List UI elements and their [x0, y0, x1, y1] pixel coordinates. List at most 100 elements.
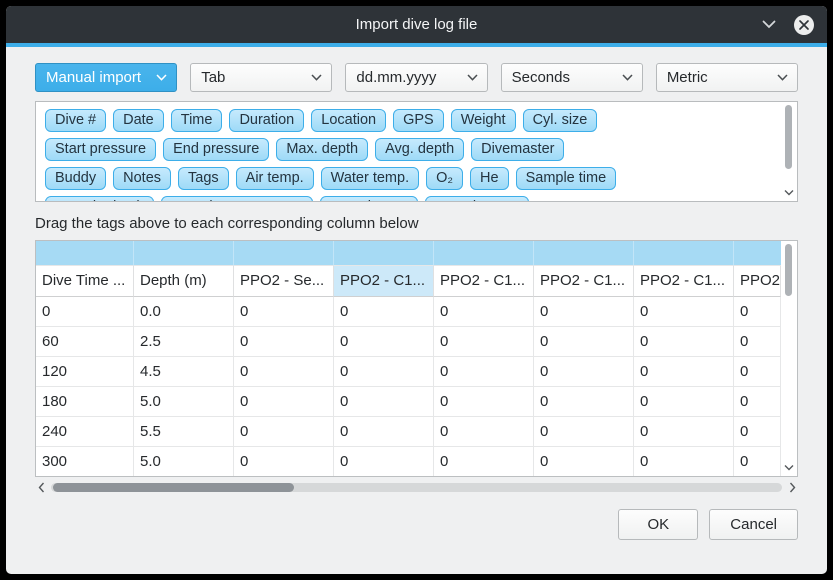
drop-target-cell[interactable]: [334, 241, 434, 266]
table-cell[interactable]: 0: [634, 417, 734, 447]
table-cell[interactable]: 5.5: [134, 417, 234, 447]
tag-max-depth[interactable]: Max. depth: [276, 138, 368, 161]
table-cell[interactable]: 0: [734, 327, 781, 357]
scroll-down-button[interactable]: [784, 461, 794, 473]
drop-target-cell[interactable]: [634, 241, 734, 266]
table-cell[interactable]: 0: [234, 417, 334, 447]
drop-target-cell[interactable]: [36, 241, 134, 266]
table-cell[interactable]: 0: [534, 297, 634, 327]
table-cell[interactable]: 60: [36, 327, 134, 357]
tag-weight[interactable]: Weight: [451, 109, 516, 132]
table-vertical-scrollbar[interactable]: [782, 244, 795, 473]
tag-avg-depth[interactable]: Avg. depth: [375, 138, 464, 161]
table-cell[interactable]: 0: [534, 387, 634, 417]
drop-target-cell[interactable]: [534, 241, 634, 266]
table-cell[interactable]: 0: [234, 297, 334, 327]
field-separator-select[interactable]: Tab: [190, 63, 332, 92]
table-cell[interactable]: 0: [534, 447, 634, 477]
shade-chevron-button[interactable]: [758, 14, 780, 36]
table-cell[interactable]: 0: [634, 297, 734, 327]
scrollbar-thumb[interactable]: [53, 483, 294, 492]
table-cell[interactable]: 0: [334, 447, 434, 477]
table-cell[interactable]: 0: [334, 327, 434, 357]
titlebar[interactable]: Import dive log file: [6, 6, 827, 43]
column-header[interactable]: Depth (m): [134, 266, 234, 297]
table-cell[interactable]: 0: [334, 417, 434, 447]
column-header[interactable]: PPO2 - Se...: [234, 266, 334, 297]
tag-water-temp[interactable]: Water temp.: [321, 167, 419, 190]
table-cell[interactable]: 0.0: [134, 297, 234, 327]
table-cell[interactable]: 0: [434, 357, 534, 387]
scroll-down-button[interactable]: [784, 186, 794, 198]
table-cell[interactable]: 2.5: [134, 327, 234, 357]
table-cell[interactable]: 0: [434, 387, 534, 417]
tag-time[interactable]: Time: [171, 109, 223, 132]
table-cell[interactable]: 0: [334, 357, 434, 387]
table-cell[interactable]: 0: [734, 297, 781, 327]
column-header[interactable]: PPO2: [734, 266, 781, 297]
tag-end-pressure[interactable]: End pressure: [163, 138, 269, 161]
table-cell[interactable]: 0: [634, 327, 734, 357]
date-format-select[interactable]: dd.mm.yyyy: [345, 63, 487, 92]
import-mode-select[interactable]: Manual import: [35, 63, 177, 92]
table-cell[interactable]: 0: [634, 357, 734, 387]
table-cell[interactable]: 120: [36, 357, 134, 387]
table-cell[interactable]: 0: [234, 447, 334, 477]
tag-gps[interactable]: GPS: [393, 109, 444, 132]
tag-o2[interactable]: O₂: [426, 167, 463, 190]
scrollbar-thumb[interactable]: [785, 244, 792, 296]
tag-sample-depth[interactable]: Sample depth: [45, 196, 154, 202]
close-button[interactable]: [793, 14, 815, 36]
tag-divemaster[interactable]: Divemaster: [471, 138, 564, 161]
table-cell[interactable]: 240: [36, 417, 134, 447]
units-select[interactable]: Metric: [656, 63, 798, 92]
column-header[interactable]: PPO2 - C1...: [434, 266, 534, 297]
table-cell[interactable]: 5.0: [134, 387, 234, 417]
tag-date[interactable]: Date: [113, 109, 164, 132]
table-cell[interactable]: 0: [734, 387, 781, 417]
column-header[interactable]: Dive Time ...: [36, 266, 134, 297]
tag-air-temp[interactable]: Air temp.: [236, 167, 314, 190]
table-cell[interactable]: 0: [534, 327, 634, 357]
tag-he[interactable]: He: [470, 167, 509, 190]
drop-target-cell[interactable]: [434, 241, 534, 266]
tag-tags[interactable]: Tags: [178, 167, 229, 190]
tag-duration[interactable]: Duration: [229, 109, 304, 132]
table-cell[interactable]: 0: [234, 387, 334, 417]
scrollbar-track[interactable]: [51, 483, 782, 492]
tag-sample-temperature[interactable]: Sample temperature: [161, 196, 312, 202]
tag-cyl-size[interactable]: Cyl. size: [523, 109, 598, 132]
table-cell[interactable]: 0: [434, 447, 534, 477]
column-header[interactable]: PPO2 - C1...: [334, 266, 434, 297]
tag-list-scrollbar[interactable]: [782, 105, 795, 198]
table-cell[interactable]: 0: [434, 417, 534, 447]
table-cell[interactable]: 180: [36, 387, 134, 417]
tag-sample-cns[interactable]: Sample CNS: [425, 196, 529, 202]
table-cell[interactable]: 0: [334, 297, 434, 327]
table-cell[interactable]: 0: [234, 327, 334, 357]
table-cell[interactable]: 5.0: [134, 447, 234, 477]
tag-location[interactable]: Location: [311, 109, 386, 132]
table-cell[interactable]: 4.5: [134, 357, 234, 387]
scrollbar-thumb[interactable]: [785, 105, 792, 169]
table-cell[interactable]: 0: [434, 297, 534, 327]
table-cell[interactable]: 300: [36, 447, 134, 477]
table-cell[interactable]: 0: [734, 357, 781, 387]
tag-dive-number[interactable]: Dive #: [45, 109, 106, 132]
table-cell[interactable]: 0: [534, 357, 634, 387]
table-cell[interactable]: 0: [434, 327, 534, 357]
tag-start-pressure[interactable]: Start pressure: [45, 138, 156, 161]
table-horizontal-scrollbar[interactable]: [35, 480, 798, 495]
drop-target-cell[interactable]: [134, 241, 234, 266]
table-cell[interactable]: 0: [534, 417, 634, 447]
tag-buddy[interactable]: Buddy: [45, 167, 106, 190]
column-header[interactable]: PPO2 - C1...: [634, 266, 734, 297]
table-cell[interactable]: 0: [734, 417, 781, 447]
table-cell[interactable]: 0: [734, 447, 781, 477]
duration-format-select[interactable]: Seconds: [501, 63, 643, 92]
table-cell[interactable]: 0: [36, 297, 134, 327]
drop-target-cell[interactable]: [234, 241, 334, 266]
table-cell[interactable]: 0: [634, 387, 734, 417]
scroll-left-button[interactable]: [35, 481, 47, 495]
table-cell[interactable]: 0: [234, 357, 334, 387]
